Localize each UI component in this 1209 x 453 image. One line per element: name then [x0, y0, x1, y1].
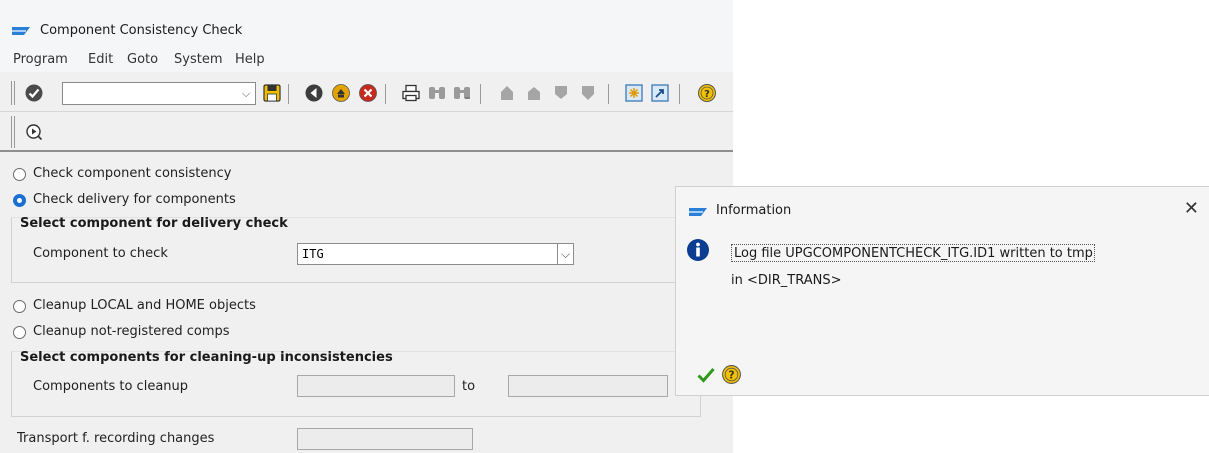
toolbar-separator — [608, 84, 609, 104]
menu-system[interactable]: System — [174, 52, 222, 67]
radio-check-consistency-label: Check component consistency — [33, 166, 232, 181]
component-to-check-input[interactable]: ITG — [297, 243, 559, 265]
radio-cleanup-local-home[interactable] — [13, 300, 26, 313]
close-icon[interactable]: ✕ — [1184, 198, 1199, 219]
transport-label: Transport f. recording changes — [17, 431, 215, 446]
find-next-icon[interactable] — [452, 83, 472, 103]
toolbar-separator — [385, 84, 386, 104]
cleanup-to-label: to — [462, 379, 476, 394]
generate-shortcut-icon[interactable] — [650, 83, 670, 103]
cleanup-to-input[interactable] — [508, 375, 668, 397]
radio-check-delivery[interactable] — [13, 194, 26, 207]
toolbar-separator — [480, 84, 481, 104]
first-page-icon[interactable] — [497, 83, 517, 103]
radio-check-delivery-label: Check delivery for components — [33, 192, 236, 207]
components-to-cleanup-label: Components to cleanup — [33, 379, 189, 394]
confirm-check-icon[interactable] — [696, 365, 716, 385]
command-field-dropdown-icon[interactable]: ⌵ — [237, 83, 255, 104]
last-page-icon[interactable] — [578, 83, 598, 103]
toolbar-grip — [11, 81, 15, 105]
sap-main-window: Component Consistency Check Program Edit… — [0, 0, 733, 453]
svg-text:?: ? — [728, 370, 734, 382]
toolbar-grip — [11, 116, 15, 148]
cancel-icon[interactable] — [358, 83, 378, 103]
print-icon[interactable] — [401, 83, 421, 103]
dialog-title: Information — [716, 203, 792, 218]
back-icon[interactable] — [304, 83, 324, 103]
menu-help[interactable]: Help — [235, 52, 265, 67]
previous-page-icon[interactable] — [524, 83, 544, 103]
toolbar-separator — [679, 84, 680, 104]
system-toolbar: ⌵ ? — [0, 72, 733, 112]
radio-cleanup-local-home-label: Cleanup LOCAL and HOME objects — [33, 298, 256, 313]
component-value-help-icon[interactable]: ⌵ — [557, 243, 574, 265]
delivery-check-group-title: Select component for delivery check — [20, 216, 288, 231]
execute-icon[interactable] — [24, 122, 44, 142]
transport-input[interactable] — [297, 428, 473, 450]
create-session-icon[interactable] — [624, 83, 644, 103]
radio-cleanup-not-registered-label: Cleanup not-registered comps — [33, 324, 230, 339]
sap-window-icon — [12, 27, 30, 35]
title-bar: Component Consistency Check — [0, 0, 733, 48]
menu-bar: Program Edit Goto System Help — [0, 48, 733, 72]
cleanup-from-input[interactable] — [297, 375, 455, 397]
command-field[interactable]: ⌵ — [62, 82, 256, 105]
find-icon[interactable] — [427, 83, 447, 103]
save-icon[interactable] — [262, 83, 282, 103]
dialog-window-icon — [689, 208, 707, 216]
help-icon[interactable]: ? — [697, 83, 717, 103]
information-dialog: Information ✕ Log file UPGCOMPONENTCHECK… — [675, 186, 1209, 396]
radio-cleanup-not-registered[interactable] — [13, 326, 26, 339]
next-page-icon[interactable] — [551, 83, 571, 103]
enter-check-icon[interactable] — [24, 83, 44, 103]
exit-icon[interactable] — [331, 83, 351, 103]
application-toolbar — [0, 112, 733, 152]
menu-program[interactable]: Program — [13, 52, 68, 67]
dialog-message-line-2: in <DIR_TRANS> — [731, 273, 842, 288]
menu-edit[interactable]: Edit — [88, 52, 113, 67]
dialog-help-icon[interactable]: ? — [721, 364, 742, 385]
cleanup-group-title: Select components for cleaning-up incons… — [20, 350, 393, 365]
radio-check-consistency[interactable] — [13, 168, 26, 181]
component-to-check-label: Component to check — [33, 246, 168, 261]
svg-text:?: ? — [704, 89, 710, 100]
toolbar-separator — [288, 84, 289, 104]
dialog-message-line-1: Log file UPGCOMPONENTCHECK_ITG.ID1 writt… — [731, 244, 1095, 262]
menu-goto[interactable]: Goto — [127, 52, 158, 67]
info-icon — [687, 239, 709, 261]
window-title: Component Consistency Check — [40, 23, 243, 38]
